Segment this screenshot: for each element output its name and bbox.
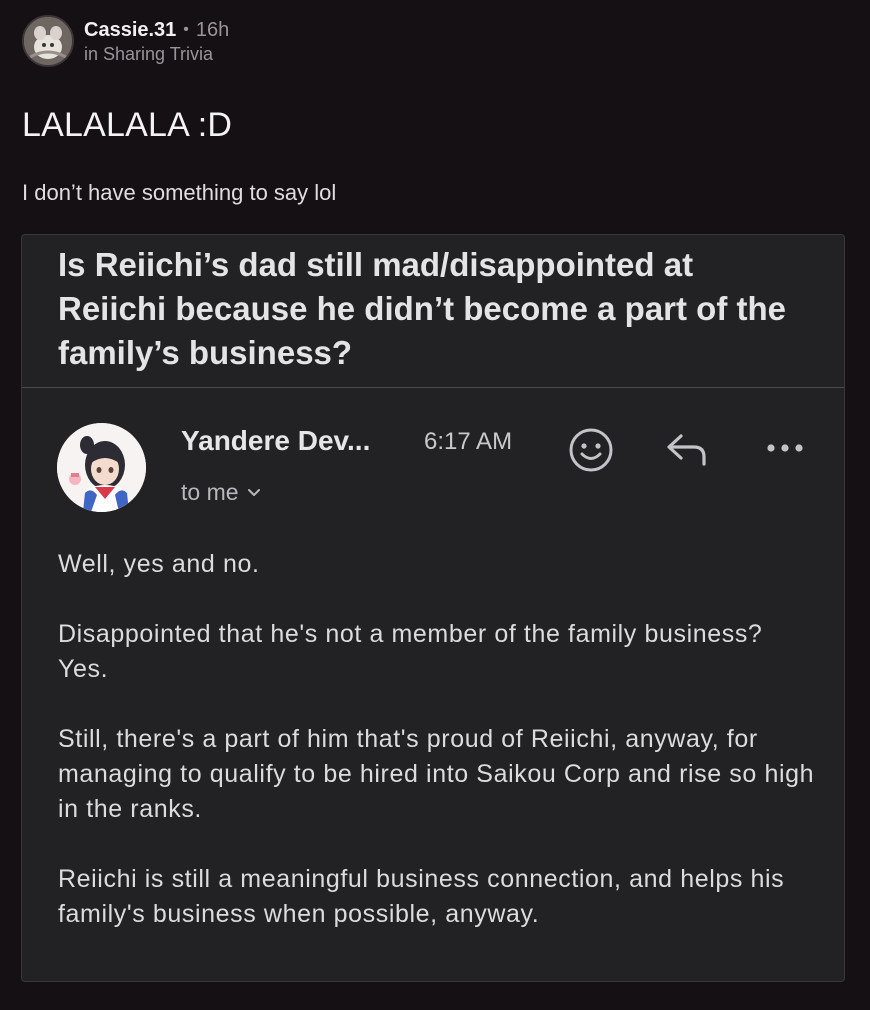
- post-timestamp: 16h: [195, 18, 230, 41]
- post-meta: Cassie.31 • 16h in Sharing Trivia: [84, 18, 229, 65]
- post-title: LALALALA :D: [22, 106, 233, 144]
- post-header: Cassie.31 • 16h in Sharing Trivia: [22, 15, 229, 67]
- sender-avatar: [57, 423, 146, 512]
- username-link[interactable]: Cassie.31: [84, 18, 176, 42]
- post: Cassie.31 • 16h in Sharing Trivia LALALA…: [0, 0, 870, 1010]
- email-paragraph: Reiichi is still a meaningful business c…: [58, 865, 785, 928]
- smiley-face-icon: [569, 428, 613, 472]
- post-body-text: I don’t have something to say lol: [22, 180, 337, 205]
- email-time: 6:17 AM: [424, 428, 513, 455]
- sender-name: Yandere Dev...: [181, 425, 371, 456]
- community-link[interactable]: in Sharing Trivia: [84, 44, 229, 65]
- sender-avatar-illustration: [57, 423, 146, 512]
- post-meta-top: Cassie.31 • 16h: [84, 18, 229, 42]
- more-options-icon: [767, 444, 803, 452]
- user-avatar[interactable]: [22, 15, 74, 67]
- email-body: Well, yes and no. Disappointed that he's…: [58, 547, 818, 967]
- avatar-illustration: [24, 17, 72, 65]
- reply-arrow-icon: [667, 434, 706, 466]
- email-paragraph: Well, yes and no.: [58, 550, 260, 578]
- email-subject: Is Reiichi’s dad still mad/disappointed …: [22, 235, 844, 388]
- embedded-email-screenshot[interactable]: Is Reiichi’s dad still mad/disappointed …: [21, 234, 845, 982]
- recipient-label: to me: [181, 479, 239, 505]
- recipient-details-toggle[interactable]: to me: [181, 479, 261, 506]
- email-paragraph: Disappointed that he's not a member of t…: [58, 620, 763, 683]
- emoji-reaction-button[interactable]: [566, 425, 616, 475]
- more-options-button[interactable]: [760, 433, 810, 463]
- email-paragraph: Still, there's a part of him that's prou…: [58, 725, 815, 823]
- meta-separator: •: [183, 20, 189, 38]
- reply-button[interactable]: [662, 427, 712, 473]
- chevron-down-icon: [247, 488, 261, 498]
